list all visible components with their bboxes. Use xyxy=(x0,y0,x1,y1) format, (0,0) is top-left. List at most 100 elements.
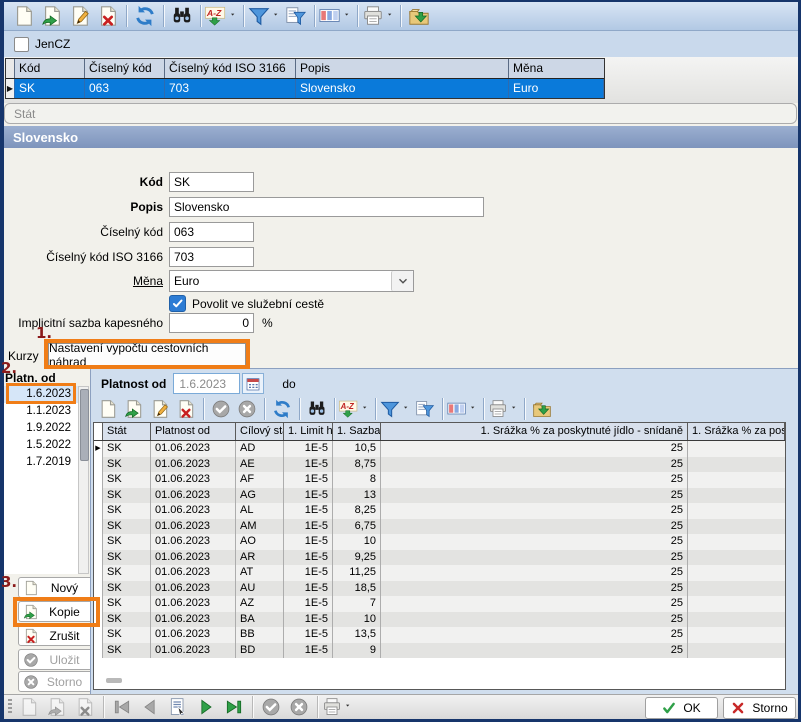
table-cell[interactable]: 01.06.2023 xyxy=(151,550,236,566)
cell-popis[interactable]: Slovensko xyxy=(296,79,509,98)
toolbar-grip[interactable] xyxy=(8,699,12,715)
chevron-down-icon[interactable] xyxy=(229,12,239,20)
table-cell[interactable] xyxy=(688,581,785,597)
popis-field[interactable]: Slovensko xyxy=(169,197,484,217)
column-header[interactable]: Měna xyxy=(509,59,604,78)
table-cell[interactable]: 25 xyxy=(381,596,688,612)
cancel-button-disabled[interactable] xyxy=(234,397,260,421)
cell-kod[interactable]: SK xyxy=(15,79,85,98)
table-cell[interactable]: 01.06.2023 xyxy=(151,596,236,612)
table-cell[interactable] xyxy=(688,472,785,488)
copy-disabled-button[interactable] xyxy=(43,694,71,720)
table-cell[interactable]: SK xyxy=(103,565,151,581)
table-cell[interactable]: 25 xyxy=(381,534,688,550)
chevron-down-icon[interactable] xyxy=(343,12,353,20)
chevron-down-icon[interactable] xyxy=(402,405,412,413)
table-cell[interactable]: SK xyxy=(103,596,151,612)
filter-editor-button[interactable] xyxy=(282,3,310,29)
table-cell[interactable]: 25 xyxy=(381,457,688,473)
ulozit-button-disabled[interactable]: Uložit xyxy=(18,649,95,670)
refresh-rows-button[interactable] xyxy=(269,397,295,421)
iso-field[interactable]: 703 xyxy=(169,247,254,267)
table-row[interactable]: SK01.06.2023AR1E-59,2525 xyxy=(94,550,785,566)
table-cell[interactable] xyxy=(688,643,785,659)
table-cell[interactable]: SK xyxy=(103,457,151,473)
cancel-disabled-button[interactable] xyxy=(285,694,313,720)
table-row[interactable]: SK01.06.2023AT1E-511,2525 xyxy=(94,565,785,581)
table-cell[interactable]: 11,25 xyxy=(333,565,381,581)
jencz-checkbox[interactable] xyxy=(14,37,29,52)
table-cell[interactable]: 01.06.2023 xyxy=(151,472,236,488)
countries-grid-header[interactable]: Kód Číselný kód Číselný kód ISO 3166 Pop… xyxy=(6,59,604,79)
new-row-button[interactable] xyxy=(95,397,121,421)
column-header[interactable]: Kód xyxy=(15,59,85,78)
last-record-button[interactable] xyxy=(220,694,248,720)
table-cell[interactable]: 01.06.2023 xyxy=(151,503,236,519)
table-cell[interactable]: SK xyxy=(103,612,151,628)
table-cell[interactable]: BB xyxy=(236,627,284,643)
table-cell[interactable]: SK xyxy=(103,627,151,643)
column-header[interactable]: Číselný kód ISO 3166 xyxy=(165,59,296,78)
table-cell[interactable]: AD xyxy=(236,441,284,457)
table-cell[interactable]: 01.06.2023 xyxy=(151,643,236,659)
table-cell[interactable]: 1E-5 xyxy=(284,472,333,488)
horizontal-scrollbar-thumb[interactable] xyxy=(106,678,122,683)
table-cell[interactable]: 1E-5 xyxy=(284,550,333,566)
table-cell[interactable]: 8 xyxy=(333,472,381,488)
table-cell[interactable]: 25 xyxy=(381,472,688,488)
date-item[interactable]: 1.7.2019 xyxy=(3,454,78,471)
columns-button[interactable] xyxy=(319,3,353,29)
scrollbar-thumb[interactable] xyxy=(80,389,89,461)
table-cell[interactable]: SK xyxy=(103,441,151,457)
table-cell[interactable]: 10,5 xyxy=(333,441,381,457)
table-cell[interactable]: 1E-5 xyxy=(284,596,333,612)
table-cell[interactable]: 01.06.2023 xyxy=(151,581,236,597)
sort-button[interactable]: A-Z xyxy=(205,3,239,29)
cell-iso[interactable]: 703 xyxy=(165,79,296,98)
column-header[interactable]: Platnost od xyxy=(151,423,236,440)
delete-disabled-button[interactable] xyxy=(71,694,99,720)
table-cell[interactable]: 25 xyxy=(381,643,688,659)
table-row[interactable]: SK01.06.2023BD1E-5925 xyxy=(94,643,785,659)
date-item[interactable]: 1.6.2023 xyxy=(3,386,78,403)
search-rows-button[interactable] xyxy=(304,397,330,421)
ok-button[interactable]: OK xyxy=(645,697,718,719)
povolit-checkbox-checked[interactable] xyxy=(169,295,186,312)
table-cell[interactable]: AO xyxy=(236,534,284,550)
table-row[interactable]: SK01.06.2023AM1E-56,7525 xyxy=(94,519,785,535)
rates-grid-header[interactable]: Stát Platnost od Cílový stat 1. Limit ho… xyxy=(94,423,785,441)
table-cell[interactable]: 6,75 xyxy=(333,519,381,535)
table-cell[interactable]: 01.06.2023 xyxy=(151,534,236,550)
table-cell[interactable]: AF xyxy=(236,472,284,488)
table-cell[interactable]: 10 xyxy=(333,612,381,628)
table-cell[interactable]: 25 xyxy=(381,519,688,535)
export-button[interactable] xyxy=(405,3,433,29)
first-record-button[interactable] xyxy=(108,694,136,720)
table-cell[interactable]: AE xyxy=(236,457,284,473)
calendar-button[interactable] xyxy=(242,373,264,394)
column-header[interactable]: Cílový stat xyxy=(236,423,284,440)
table-cell[interactable]: 1E-5 xyxy=(284,534,333,550)
table-cell[interactable]: 18,5 xyxy=(333,581,381,597)
tab-kurzy[interactable]: Kurzy xyxy=(8,349,39,363)
copy-row-button[interactable] xyxy=(121,397,147,421)
table-cell[interactable]: 1E-5 xyxy=(284,581,333,597)
table-cell[interactable]: 13,5 xyxy=(333,627,381,643)
table-row[interactable]: SK01.06.2023AZ1E-5725 xyxy=(94,596,785,612)
table-row[interactable]: SK01.06.2023AG1E-51325 xyxy=(94,488,785,504)
table-cell[interactable] xyxy=(688,550,785,566)
table-cell[interactable]: 1E-5 xyxy=(284,565,333,581)
cell-mena[interactable]: Euro xyxy=(509,79,604,98)
table-row[interactable]: SK01.06.2023BB1E-513,525 xyxy=(94,627,785,643)
column-header[interactable]: 1. Limit hodin xyxy=(284,423,333,440)
new-disabled-button[interactable] xyxy=(15,694,43,720)
mena-label-link[interactable]: Měna xyxy=(18,274,163,288)
table-row[interactable]: SK01.06.2023AU1E-518,525 xyxy=(94,581,785,597)
table-cell[interactable]: SK xyxy=(103,503,151,519)
goto-record-button[interactable] xyxy=(164,694,192,720)
tab-nastaveni-active[interactable]: Nastavení vypočtu cestovních náhrad xyxy=(48,343,246,366)
table-cell[interactable]: AL xyxy=(236,503,284,519)
table-cell[interactable]: BD xyxy=(236,643,284,659)
table-cell[interactable]: 1E-5 xyxy=(284,457,333,473)
table-cell[interactable]: 9 xyxy=(333,643,381,659)
